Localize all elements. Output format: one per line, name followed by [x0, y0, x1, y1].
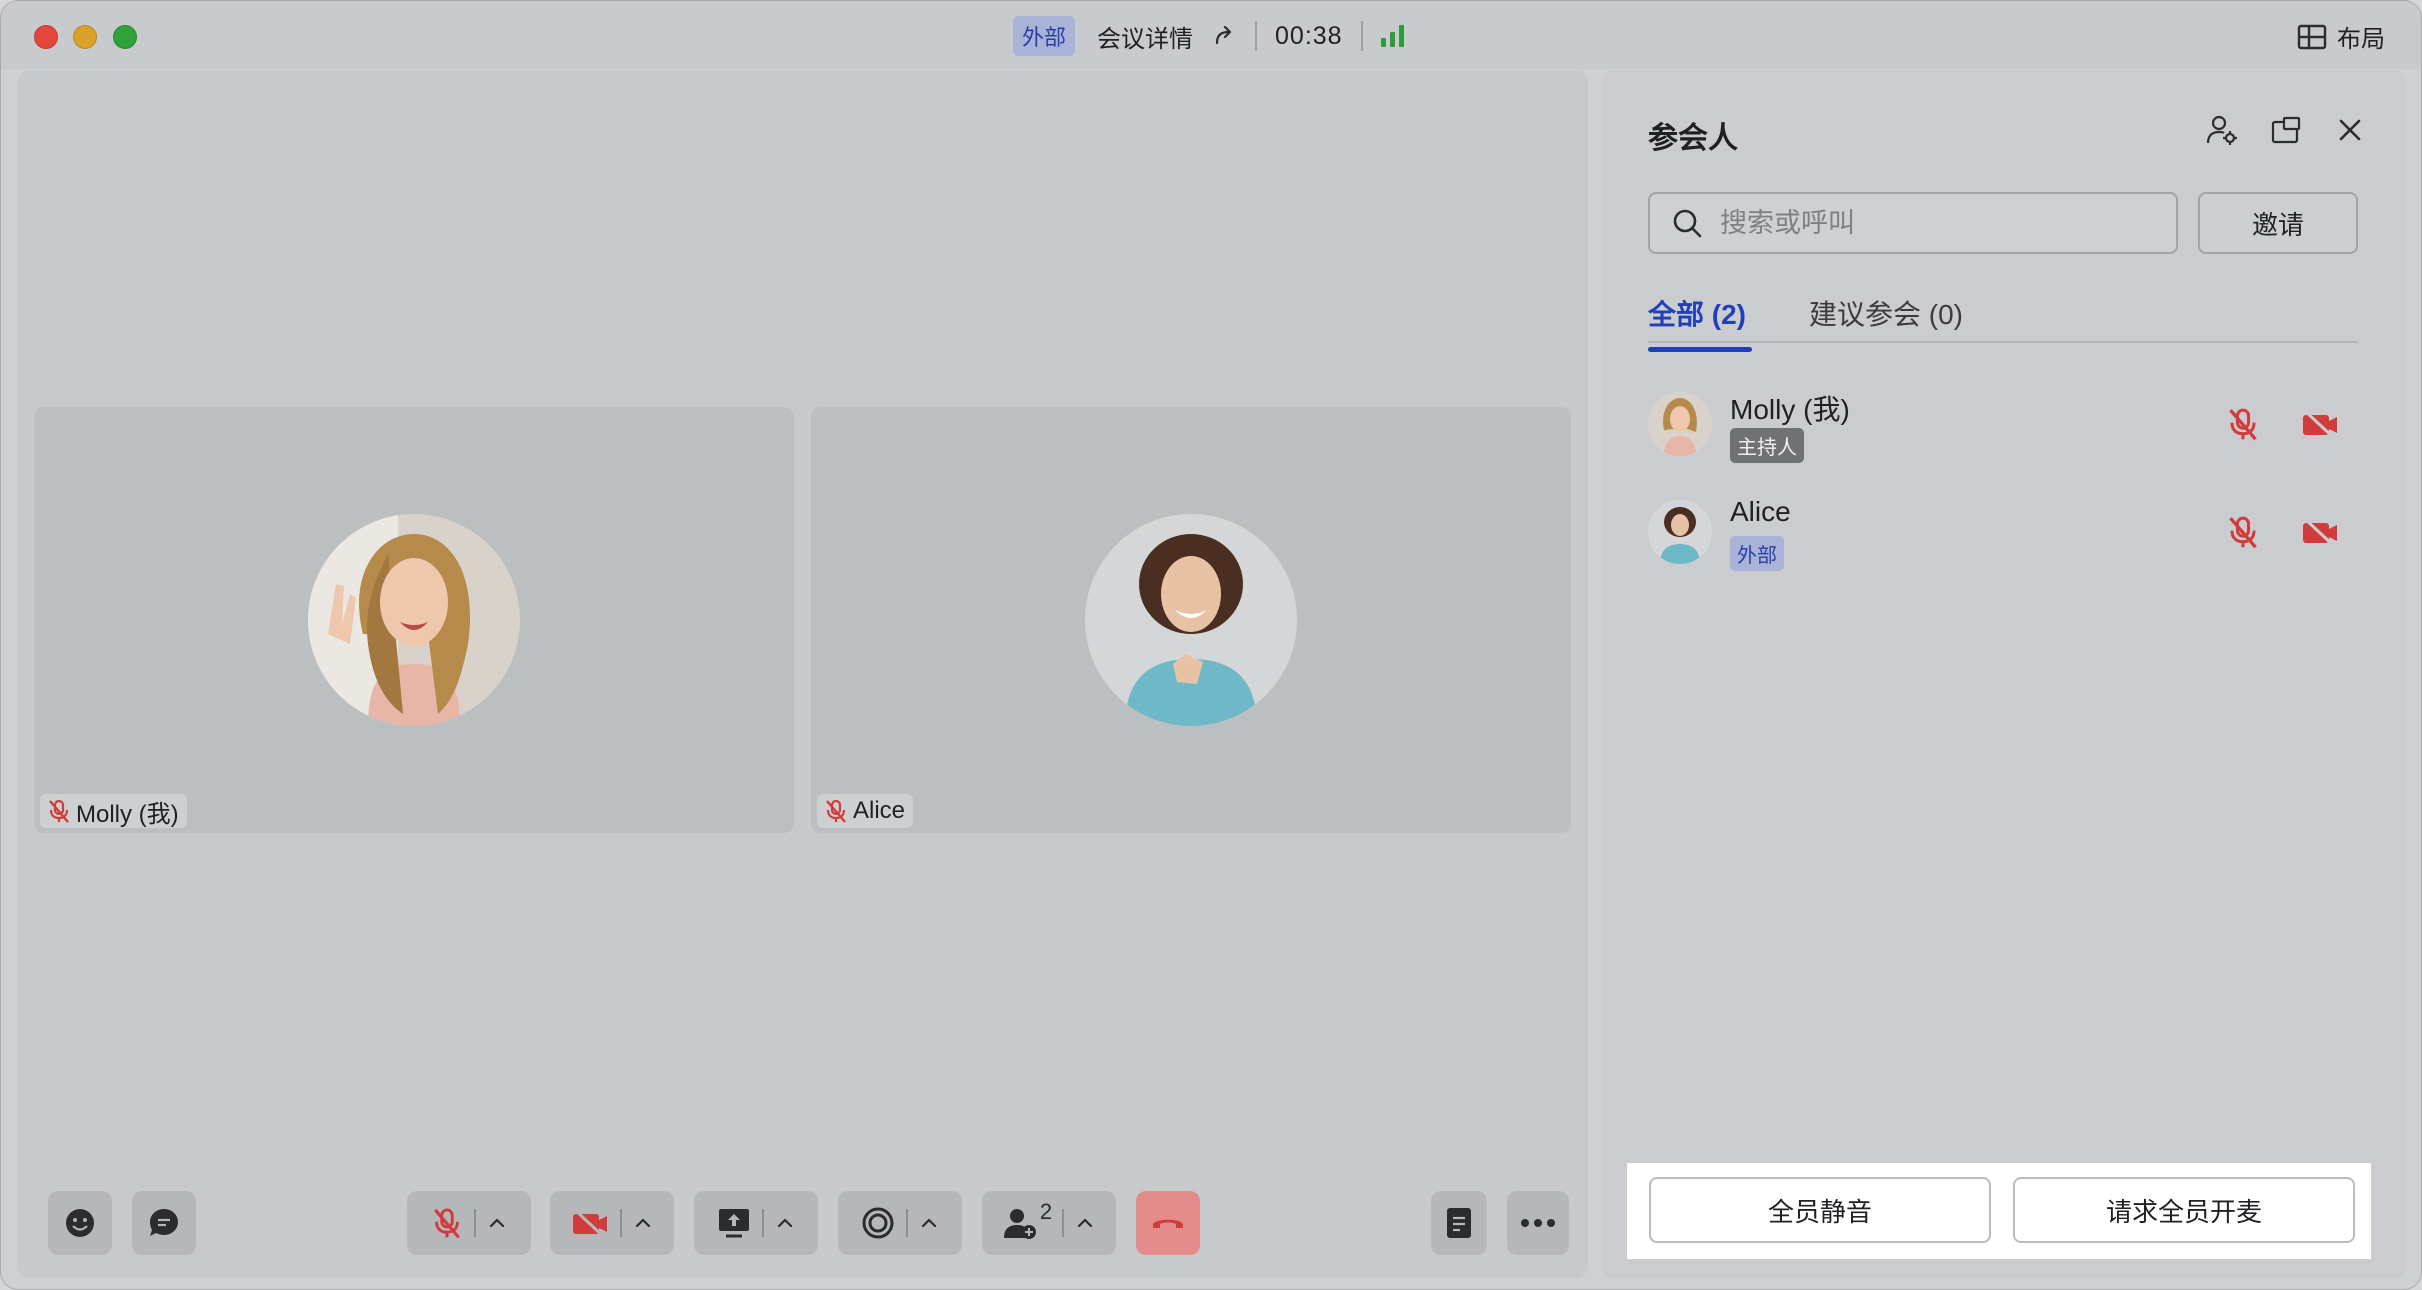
- hang-up-icon: [1153, 1219, 1183, 1228]
- signal-strength-icon: [1380, 25, 1404, 47]
- panel-title: 参会人: [1648, 122, 1738, 155]
- meeting-window: 外部 会议详情 00:38 布局 Molly (我) Alice 2 参会人 搜…: [0, 0, 2422, 1290]
- camera-off-icon: [573, 1208, 607, 1239]
- more-button[interactable]: [1507, 1191, 1569, 1255]
- participant-tabs: 全部 (2) 建议参会 (0): [1648, 293, 2358, 352]
- participant-count: 2: [1039, 1199, 1053, 1224]
- tab-suggested-label: 建议参会 (0): [1809, 299, 1964, 330]
- avatar: [1648, 500, 1712, 564]
- participant-name: Alice: [853, 797, 906, 824]
- external-badge: 外部: [1013, 16, 1076, 56]
- mic-muted-icon[interactable]: [2225, 406, 2261, 442]
- tab-suggested[interactable]: 建议参会 (0): [1809, 293, 1963, 333]
- search-icon: [1673, 209, 1702, 238]
- notes-button[interactable]: [1431, 1191, 1487, 1255]
- title-bar: 外部 会议详情 00:38 布局: [1, 1, 2421, 69]
- mic-muted-icon: [434, 1208, 460, 1239]
- participants-icon: [1003, 1209, 1036, 1239]
- chevron-up-icon[interactable]: [918, 1212, 940, 1234]
- active-tab-indicator: [1648, 347, 1752, 352]
- share-screen-icon: [719, 1209, 749, 1238]
- video-tile[interactable]: Alice: [811, 407, 1571, 833]
- request-unmute-all-button[interactable]: 请求全员开麦: [2013, 1177, 2355, 1243]
- camera-button[interactable]: [550, 1191, 674, 1255]
- chevron-up-icon[interactable]: [774, 1212, 796, 1234]
- panel-actions: [2205, 113, 2367, 147]
- divider: [1360, 21, 1363, 51]
- participants-button[interactable]: 2: [982, 1191, 1116, 1255]
- mic-muted-icon: [49, 799, 69, 823]
- avatar: [308, 514, 520, 726]
- search-field[interactable]: [1648, 192, 2178, 254]
- more-dots-icon: [1521, 1219, 1555, 1227]
- close-panel-button[interactable]: [2333, 113, 2367, 147]
- divider: [1062, 1209, 1065, 1237]
- participant-name: Alice: [1730, 496, 1791, 527]
- microphone-button[interactable]: [407, 1191, 531, 1255]
- mic-muted-icon[interactable]: [2225, 514, 2261, 550]
- panel-footer: 全员静音 请求全员开麦: [1627, 1163, 2371, 1259]
- divider: [620, 1209, 622, 1237]
- divider: [906, 1209, 908, 1237]
- participant-name-tag: Alice: [817, 794, 914, 828]
- participant-settings-button[interactable]: [2205, 113, 2239, 147]
- divider: [762, 1209, 764, 1237]
- participant-row[interactable]: Molly (我) 主持人: [1648, 384, 2360, 464]
- layout-button[interactable]: 布局: [2297, 19, 2385, 54]
- share-screen-button[interactable]: [694, 1191, 818, 1255]
- grid-layout-icon: [2297, 24, 2327, 49]
- emoji-icon: [66, 1209, 94, 1237]
- meeting-toolbar: 2: [17, 1191, 1588, 1261]
- meeting-timer: 00:38: [1275, 21, 1343, 50]
- mic-muted-icon: [826, 799, 846, 823]
- video-tile[interactable]: Molly (我): [34, 407, 794, 833]
- participant-name: Molly (我): [1730, 394, 1850, 425]
- participant-name: Molly (我): [76, 800, 179, 828]
- pop-out-button[interactable]: [2269, 113, 2303, 147]
- layout-label: 布局: [2337, 26, 2385, 53]
- close-icon: [2339, 119, 2361, 141]
- divider: [474, 1209, 476, 1237]
- pop-out-window-icon: [2271, 116, 2301, 144]
- chevron-up-icon[interactable]: [486, 1212, 508, 1234]
- tab-all[interactable]: 全部 (2): [1648, 293, 1752, 352]
- close-window-button[interactable]: [34, 25, 58, 49]
- meeting-title-group: 外部 会议详情 00:38: [1013, 16, 1404, 56]
- chevron-up-icon[interactable]: [1074, 1212, 1096, 1234]
- meeting-details-link[interactable]: 会议详情: [1097, 19, 1193, 54]
- user-settings-icon: [2206, 115, 2237, 145]
- chat-icon: [150, 1209, 178, 1236]
- document-icon: [1447, 1208, 1471, 1238]
- camera-off-icon[interactable]: [2300, 406, 2340, 442]
- video-stage: Molly (我) Alice 2: [17, 71, 1588, 1278]
- divider: [1255, 21, 1258, 51]
- camera-off-icon[interactable]: [2300, 514, 2340, 550]
- end-call-button[interactable]: [1136, 1191, 1200, 1255]
- record-icon: [862, 1207, 894, 1239]
- avatar: [1648, 392, 1712, 456]
- search-input[interactable]: [1718, 206, 2152, 240]
- share-arrow-icon[interactable]: [1211, 23, 1237, 49]
- chat-button[interactable]: [132, 1191, 196, 1255]
- minimize-window-button[interactable]: [73, 25, 97, 49]
- mute-all-button[interactable]: 全员静音: [1649, 1177, 1991, 1243]
- avatar: [1085, 514, 1297, 726]
- invite-button[interactable]: 邀请: [2198, 192, 2358, 254]
- participant-name-tag: Molly (我): [40, 794, 187, 828]
- record-button[interactable]: [838, 1191, 962, 1255]
- reaction-button[interactable]: [48, 1191, 112, 1255]
- tab-all-label: 全部 (2): [1648, 299, 1747, 330]
- participants-panel: 参会人 邀请 全部 (2) 建议参会 (0): [1601, 71, 2407, 1278]
- participant-row[interactable]: Alice 外部: [1648, 492, 2360, 572]
- maximize-window-button[interactable]: [113, 25, 137, 49]
- host-badge: 主持人: [1730, 428, 1804, 463]
- external-badge: 外部: [1730, 536, 1784, 571]
- chevron-up-icon[interactable]: [632, 1212, 654, 1234]
